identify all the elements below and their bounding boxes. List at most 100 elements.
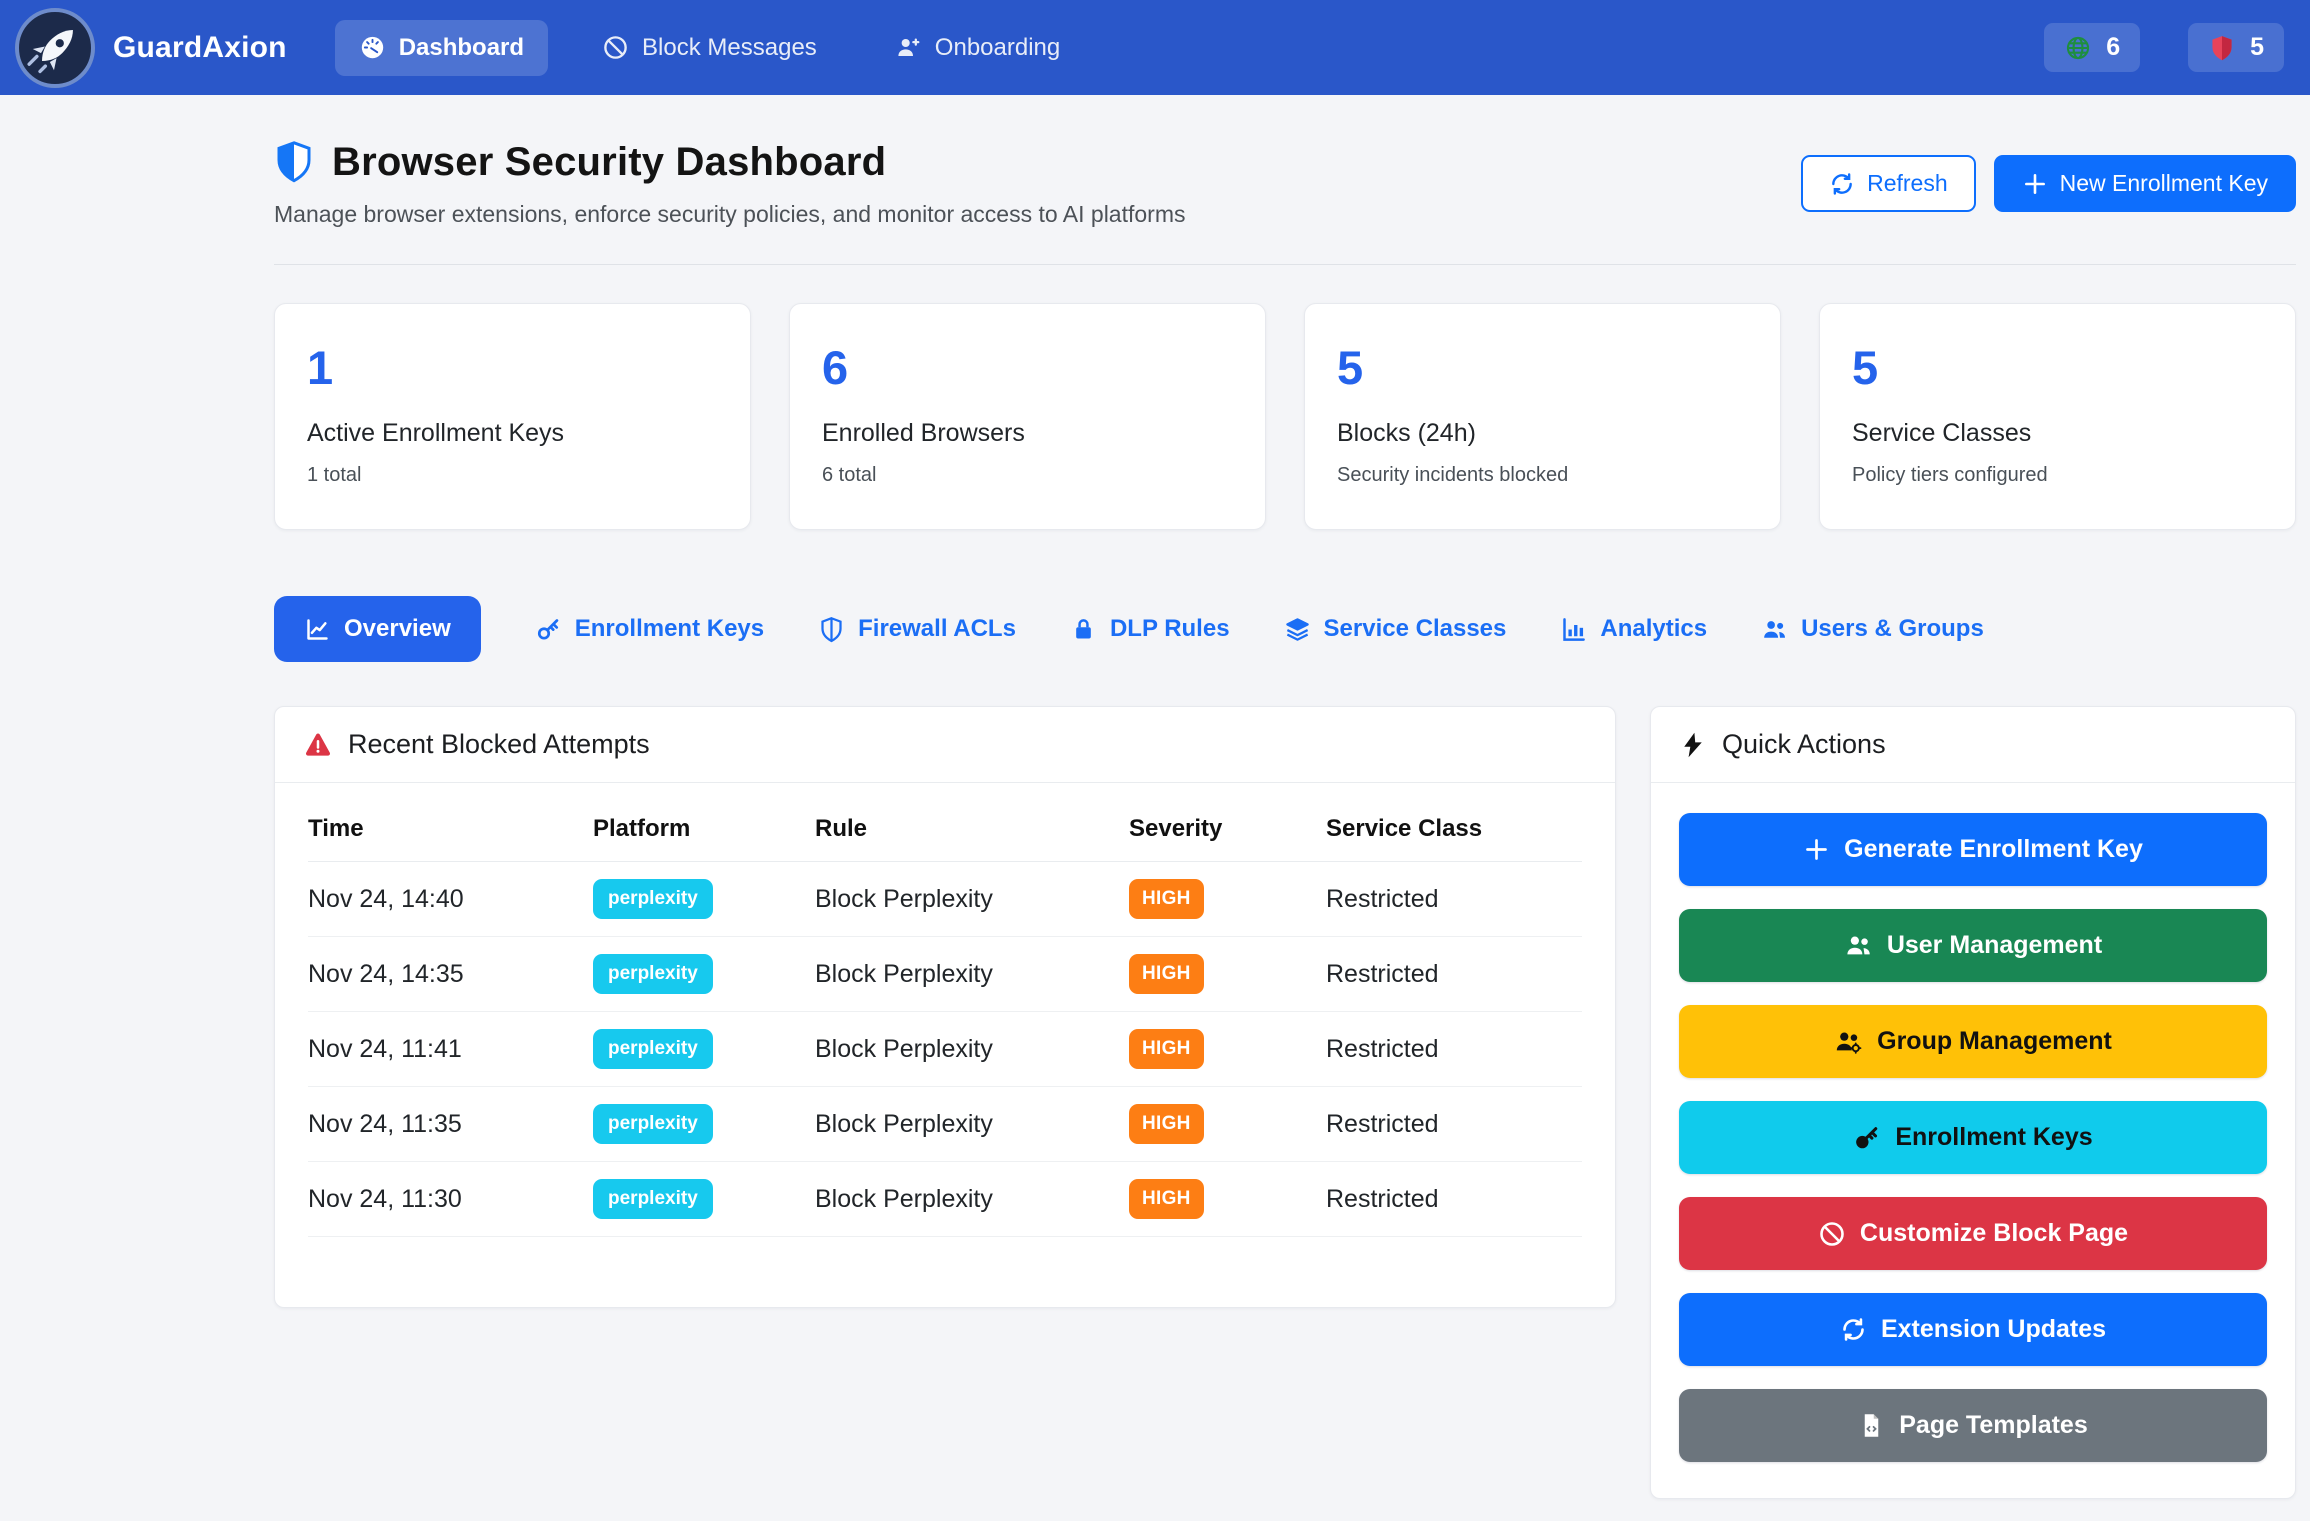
- navbar: GuardAxion Dashboard: [0, 0, 2310, 95]
- shield-counter-value: 5: [2250, 33, 2264, 62]
- refresh-icon: [1840, 1316, 1867, 1343]
- generate-enrollment-key-button[interactable]: Generate Enrollment Key: [1679, 813, 2267, 886]
- stat-label: Blocks (24h): [1337, 419, 1748, 448]
- slash-circle-icon: [602, 34, 629, 61]
- app-logo: [15, 8, 95, 88]
- severity-badge: HIGH: [1129, 1104, 1204, 1144]
- people-icon: [1761, 616, 1788, 643]
- key-icon: [535, 616, 562, 643]
- bar-chart-icon: [1560, 616, 1587, 643]
- col-header-rule: Rule: [815, 815, 1129, 843]
- tab-enrollment-keys[interactable]: Enrollment Keys: [535, 615, 764, 643]
- stat-sublabel: Policy tiers configured: [1852, 464, 2263, 487]
- nav-item-label: Block Messages: [642, 34, 817, 62]
- quick-action-label: User Management: [1887, 931, 2102, 960]
- page-subtitle: Manage browser extensions, enforce secur…: [274, 201, 1186, 228]
- globe-counter-badge[interactable]: 6: [2044, 23, 2140, 72]
- table-row: Nov 24, 11:41 perplexity Block Perplexit…: [308, 1012, 1582, 1087]
- quick-action-label: Generate Enrollment Key: [1844, 835, 2143, 864]
- shield-half-icon: [274, 139, 314, 185]
- cell-service-class: Restricted: [1326, 1110, 1582, 1139]
- shield-half-outline-icon: [818, 616, 845, 643]
- person-plus-icon: [895, 34, 922, 61]
- page-header: Browser Security Dashboard Manage browse…: [0, 95, 2310, 228]
- cell-rule: Block Perplexity: [815, 1185, 1129, 1214]
- quick-action-label: Customize Block Page: [1860, 1219, 2128, 1248]
- col-header-severity: Severity: [1129, 815, 1326, 843]
- tab-label: Service Classes: [1324, 615, 1507, 643]
- nav-item-label: Dashboard: [399, 34, 524, 62]
- tab-label: DLP Rules: [1110, 615, 1230, 643]
- cell-service-class: Restricted: [1326, 1035, 1582, 1064]
- quick-action-label: Enrollment Keys: [1895, 1123, 2092, 1152]
- shield-counter-badge[interactable]: 5: [2188, 23, 2284, 72]
- quick-actions-header: Quick Actions: [1651, 707, 2295, 783]
- extension-updates-button[interactable]: Extension Updates: [1679, 1293, 2267, 1366]
- stat-label: Service Classes: [1852, 419, 2263, 448]
- tab-users-groups[interactable]: Users & Groups: [1761, 615, 1984, 643]
- platform-badge: perplexity: [593, 1179, 713, 1219]
- quick-action-label: Extension Updates: [1881, 1315, 2106, 1344]
- quick-actions-panel: Quick Actions Generate Enrollment Key: [1650, 706, 2296, 1499]
- col-header-time: Time: [308, 815, 593, 843]
- stat-value: 5: [1852, 344, 2263, 391]
- blocked-attempts-table: Time Platform Rule Severity Service Clas…: [275, 783, 1615, 1307]
- cell-service-class: Restricted: [1326, 960, 1582, 989]
- nav-item-dashboard[interactable]: Dashboard: [335, 20, 548, 76]
- platform-badge: perplexity: [593, 1029, 713, 1069]
- key-icon: [1853, 1124, 1881, 1152]
- enrollment-keys-button[interactable]: Enrollment Keys: [1679, 1101, 2267, 1174]
- page-templates-button[interactable]: Page Templates: [1679, 1389, 2267, 1462]
- rocket-icon: [26, 19, 84, 77]
- table-row: Nov 24, 14:35 perplexity Block Perplexit…: [308, 937, 1582, 1012]
- stat-card-active-keys: 1 Active Enrollment Keys 1 total: [274, 303, 751, 530]
- cell-service-class: Restricted: [1326, 1185, 1582, 1214]
- quick-actions-title: Quick Actions: [1722, 729, 1886, 760]
- plus-icon: [1803, 836, 1830, 863]
- new-enrollment-key-button[interactable]: New Enrollment Key: [1994, 155, 2296, 212]
- nav-item-block-messages[interactable]: Block Messages: [578, 20, 841, 76]
- severity-badge: HIGH: [1129, 1029, 1204, 1069]
- table-row: Nov 24, 11:35 perplexity Block Perplexit…: [308, 1087, 1582, 1162]
- user-management-button[interactable]: User Management: [1679, 909, 2267, 982]
- group-management-button[interactable]: Group Management: [1679, 1005, 2267, 1078]
- refresh-button[interactable]: Refresh: [1801, 155, 1976, 212]
- cell-rule: Block Perplexity: [815, 1035, 1129, 1064]
- plus-icon: [2022, 171, 2048, 197]
- tab-service-classes[interactable]: Service Classes: [1284, 615, 1507, 643]
- line-chart-icon: [304, 616, 331, 643]
- col-header-platform: Platform: [593, 815, 815, 843]
- platform-badge: perplexity: [593, 1104, 713, 1144]
- cell-rule: Block Perplexity: [815, 1110, 1129, 1139]
- tab-label: Overview: [344, 615, 451, 643]
- people-icon: [1844, 931, 1873, 960]
- navbar-badges: 6 5: [2044, 23, 2284, 72]
- tab-label: Enrollment Keys: [575, 615, 764, 643]
- severity-badge: HIGH: [1129, 879, 1204, 919]
- globe-counter-value: 6: [2106, 33, 2120, 62]
- cell-time: Nov 24, 11:30: [308, 1185, 593, 1214]
- people-gear-icon: [1834, 1027, 1863, 1056]
- blocked-attempts-title: Recent Blocked Attempts: [348, 729, 650, 760]
- stat-value: 6: [822, 344, 1233, 391]
- layers-icon: [1284, 616, 1311, 643]
- refresh-icon: [1829, 171, 1855, 197]
- cell-service-class: Restricted: [1326, 885, 1582, 914]
- cell-rule: Block Perplexity: [815, 960, 1129, 989]
- tab-dlp-rules[interactable]: DLP Rules: [1070, 615, 1230, 643]
- customize-block-page-button[interactable]: Customize Block Page: [1679, 1197, 2267, 1270]
- tab-firewall-acls[interactable]: Firewall ACLs: [818, 615, 1016, 643]
- stat-card-service-classes: 5 Service Classes Policy tiers configure…: [1819, 303, 2296, 530]
- table-row: Nov 24, 14:40 perplexity Block Perplexit…: [308, 862, 1582, 937]
- shield-icon: [2208, 34, 2236, 62]
- file-code-icon: [1858, 1412, 1885, 1439]
- blocked-attempts-header: Recent Blocked Attempts: [275, 707, 1615, 783]
- nav-item-onboarding[interactable]: Onboarding: [871, 20, 1084, 76]
- stat-value: 5: [1337, 344, 1748, 391]
- stat-sublabel: 1 total: [307, 464, 718, 487]
- tab-analytics[interactable]: Analytics: [1560, 615, 1707, 643]
- quick-action-label: Page Templates: [1899, 1411, 2088, 1440]
- lightning-bolt-icon: [1679, 731, 1707, 759]
- tab-label: Analytics: [1600, 615, 1707, 643]
- tab-overview[interactable]: Overview: [274, 596, 481, 662]
